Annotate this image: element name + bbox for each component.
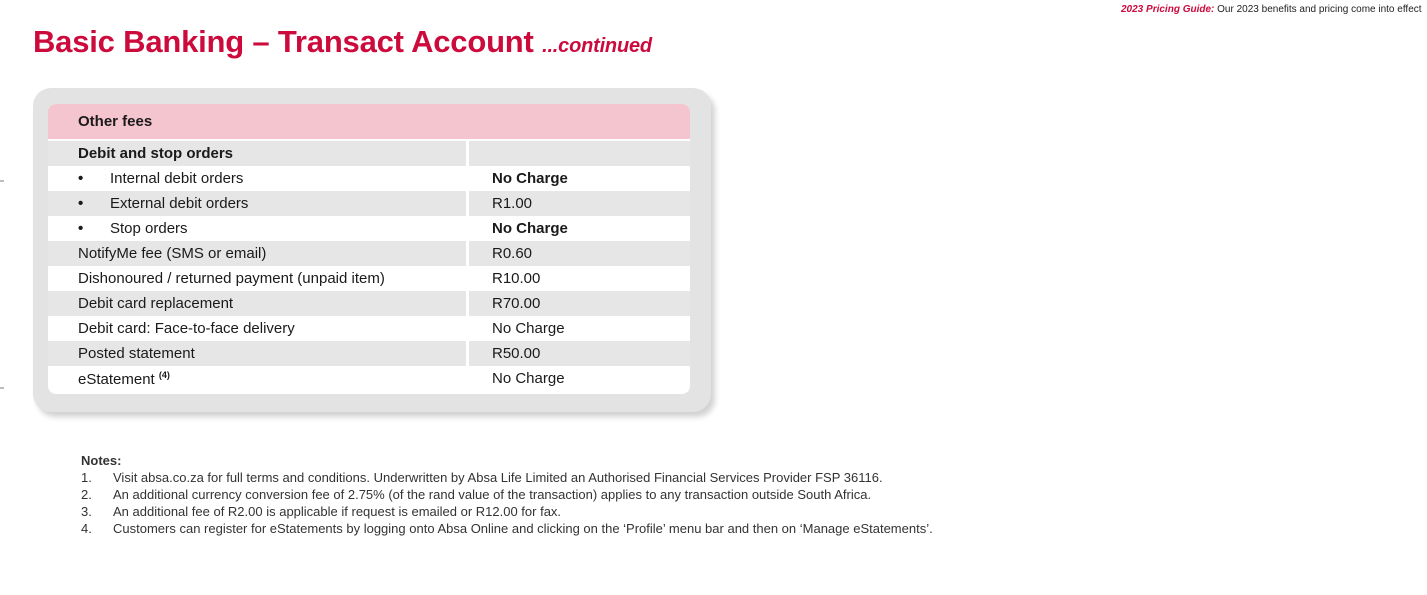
bullet-icon: • xyxy=(78,220,84,237)
notes-list: 1. Visit absa.co.za for full terms and co… xyxy=(81,469,933,537)
table-row: • Stop orders No Charge xyxy=(48,216,690,241)
fee-label-cell: • Stop orders xyxy=(48,216,469,241)
note-item: 3. An additional fee of R2.00 is applicab… xyxy=(81,503,933,520)
table-row: Debit card: Face-to-face delivery No Char… xyxy=(48,316,690,341)
table-row: eStatement (4) No Charge xyxy=(48,366,690,391)
other-fees-table: Other fees Debit and stop orders • Interna… xyxy=(48,104,690,391)
fee-label-cell: Posted statement xyxy=(48,341,469,366)
note-number: 2. xyxy=(81,487,92,502)
bullet-icon: • xyxy=(78,170,84,187)
bullet-icon: • xyxy=(78,195,84,212)
page-title-main: Basic Banking – Transact Account xyxy=(33,24,534,59)
pricing-guide-note: 2023 Pricing Guide: Our 2023 benefits an… xyxy=(1121,4,1427,15)
table-row: NotifyMe fee (SMS or email) R0.60 xyxy=(48,241,690,266)
fee-label: External debit orders xyxy=(110,195,249,212)
edge-mark xyxy=(0,180,4,182)
fee-label: eStatement xyxy=(78,370,155,388)
note-text: An additional fee of R2.00 is applicable… xyxy=(113,504,562,519)
fee-label: Posted statement xyxy=(78,345,195,362)
fee-value: R10.00 xyxy=(492,270,541,287)
table-heading: Other fees xyxy=(48,104,690,141)
fees-card: Other fees Debit and stop orders • Interna… xyxy=(33,88,711,412)
fee-value xyxy=(467,140,690,166)
fee-label: NotifyMe fee (SMS or email) xyxy=(78,245,267,262)
edge-mark xyxy=(0,387,4,389)
fee-label-cell: eStatement (4) xyxy=(48,366,469,391)
table-row: Posted statement R50.00 xyxy=(48,341,690,366)
fee-label-cell: • External debit orders xyxy=(48,191,469,216)
fee-label-cell: Dishonoured / returned payment (unpaid i… xyxy=(48,266,469,291)
page-title: Basic Banking – Transact Account ...cont… xyxy=(33,24,652,60)
note-text: Visit absa.co.za for full terms and cond… xyxy=(113,470,883,485)
table-row: Debit card replacement R70.00 xyxy=(48,291,690,316)
fee-value: R0.60 xyxy=(467,241,690,266)
note-item: 4. Customers can register for eStatements… xyxy=(81,520,933,537)
fee-value: No Charge xyxy=(492,320,565,337)
note-number: 1. xyxy=(81,470,92,485)
page-title-continued: ...continued xyxy=(542,35,652,57)
fee-label-cell: NotifyMe fee (SMS or email) xyxy=(48,241,469,266)
table-row: Dishonoured / returned payment (unpaid i… xyxy=(48,266,690,291)
pricing-guide-label: 2023 Pricing Guide: xyxy=(1121,4,1215,15)
fee-label: Debit and stop orders xyxy=(78,145,234,162)
fees-card-inner: Other fees Debit and stop orders • Interna… xyxy=(48,104,690,394)
note-number: 4. xyxy=(81,521,92,536)
note-text: Customers can register for eStatements b… xyxy=(113,521,933,536)
fee-label-cell: Debit card: Face-to-face delivery xyxy=(48,316,469,341)
fee-value: R50.00 xyxy=(467,341,690,366)
fee-label: Dishonoured / returned payment (unpaid i… xyxy=(78,270,385,287)
fee-value: No Charge xyxy=(492,220,568,237)
note-item: 2. An additional currency conversion fee … xyxy=(81,486,933,503)
fee-value: No Charge xyxy=(492,170,568,187)
fee-label: Internal debit orders xyxy=(110,170,244,187)
table-row: • Internal debit orders No Charge xyxy=(48,166,690,191)
notes-title: Notes: xyxy=(81,453,122,468)
footnote-ref: (4) xyxy=(158,369,170,380)
table-heading-row: Other fees xyxy=(48,104,690,141)
fee-label: Stop orders xyxy=(110,220,188,237)
fee-label: Debit card replacement xyxy=(78,295,234,312)
fee-value: No Charge xyxy=(492,370,565,387)
fee-label-cell: • Internal debit orders xyxy=(48,166,469,191)
fee-value: R70.00 xyxy=(467,291,690,316)
note-item: 1. Visit absa.co.za for full terms and co… xyxy=(81,469,933,486)
fee-label: Debit card: Face-to-face delivery xyxy=(78,320,295,337)
fee-value: R1.00 xyxy=(467,191,690,216)
fee-label-cell: Debit and stop orders xyxy=(48,140,469,166)
table-row: Debit and stop orders xyxy=(48,140,690,166)
note-number: 3. xyxy=(81,504,92,519)
note-text: An additional currency conversion fee of… xyxy=(113,487,872,502)
notes-section: Notes: 1. Visit absa.co.za for full terms… xyxy=(81,452,933,537)
pricing-guide-text: Our 2023 benefits and pricing come into … xyxy=(1217,4,1422,15)
fee-label-cell: Debit card replacement xyxy=(48,291,469,316)
table-row: • External debit orders R1.00 xyxy=(48,191,690,216)
